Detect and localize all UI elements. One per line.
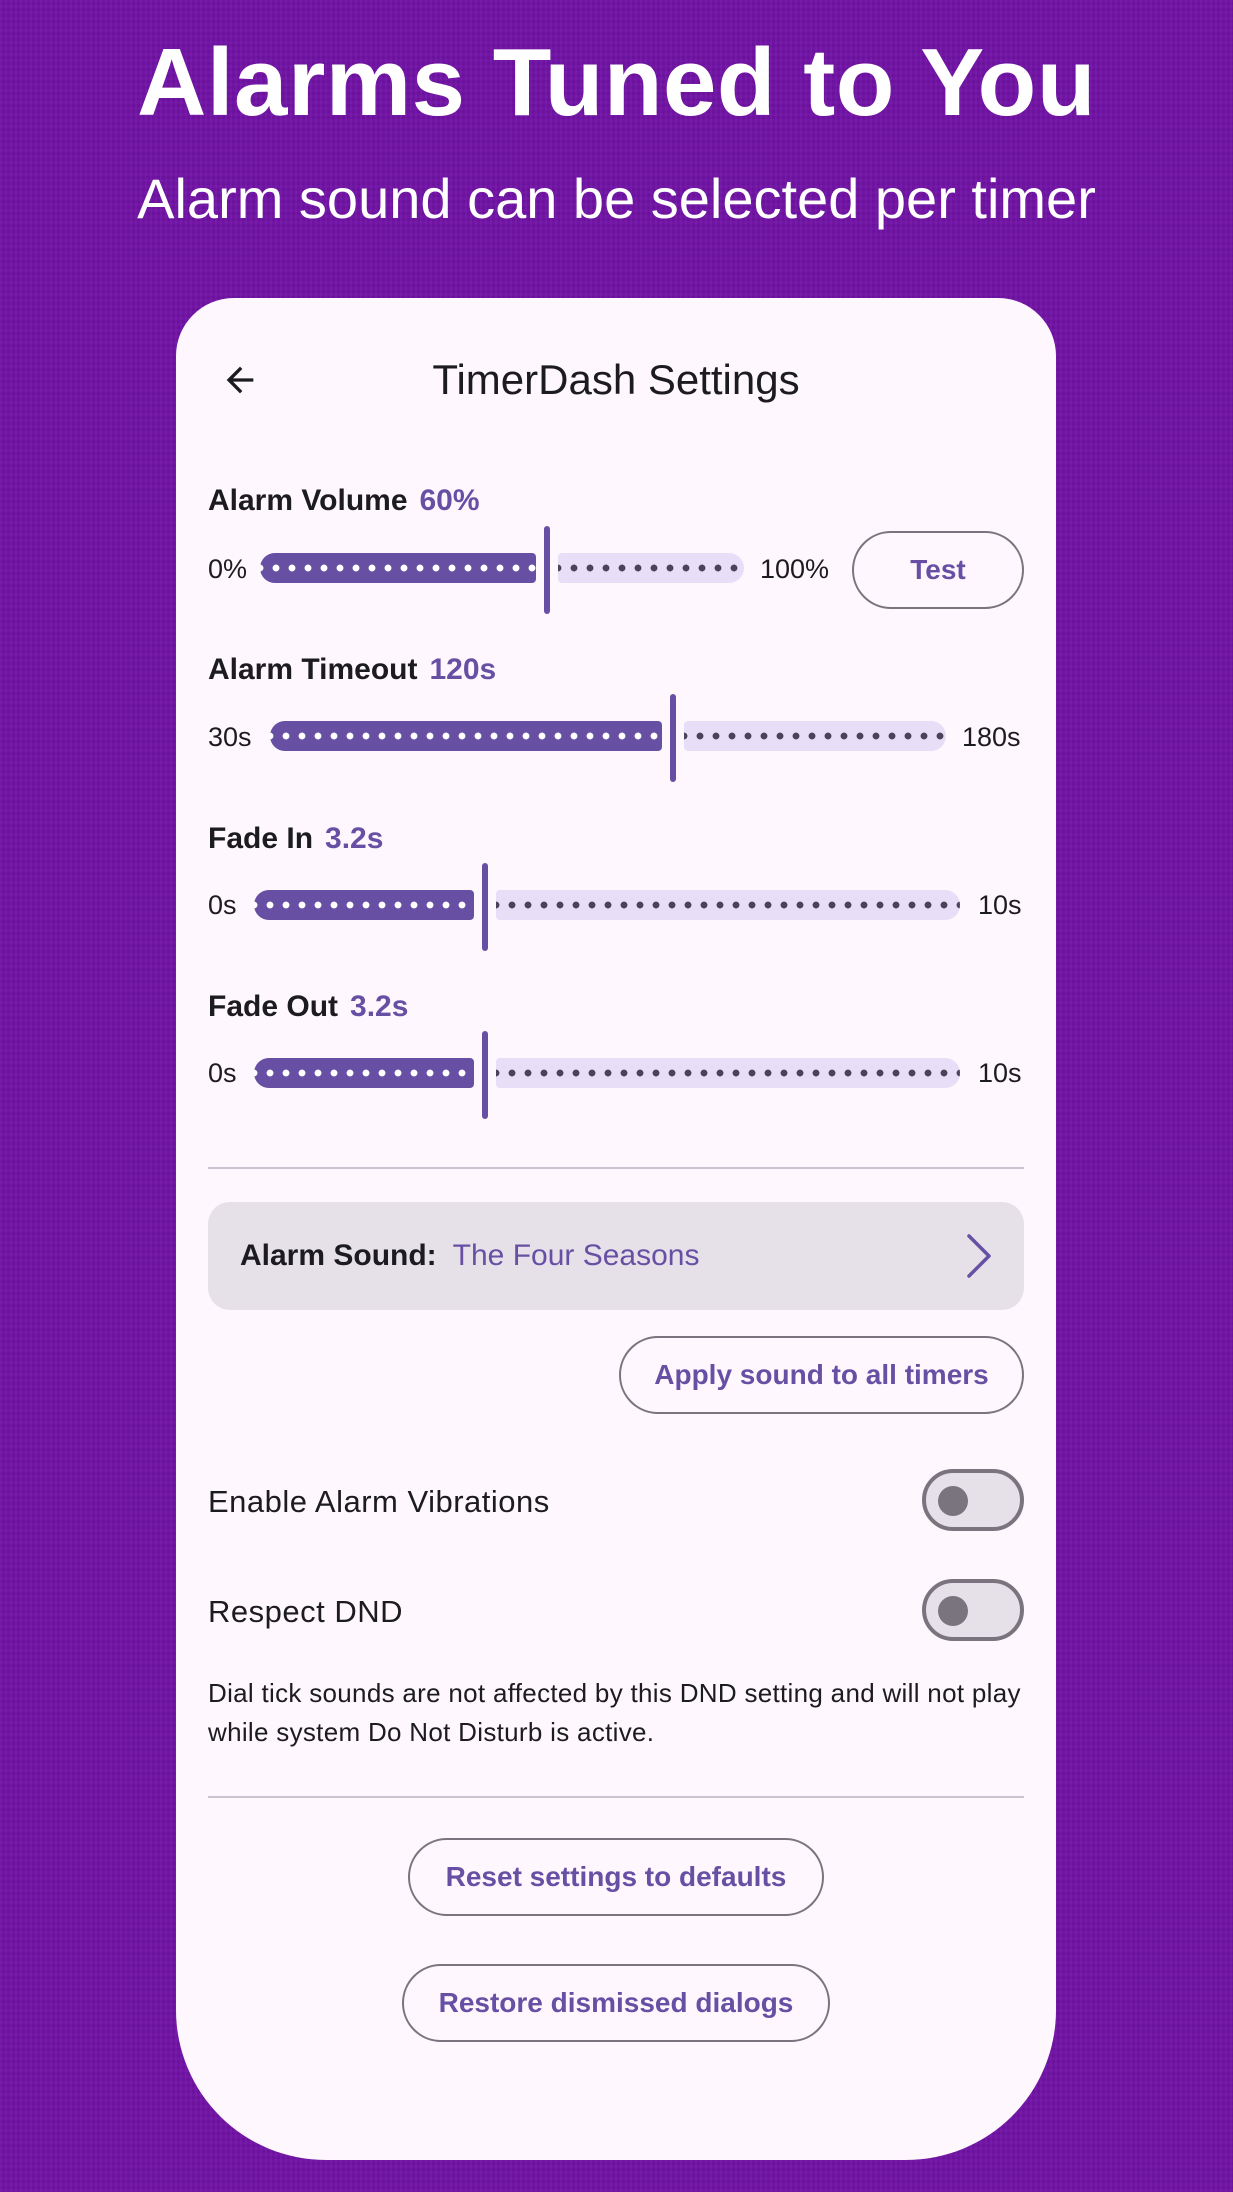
hero-subhead: Alarm sound can be selected per timer [137,167,1096,230]
fade-out-min-label: 0s [208,1058,237,1088]
alarm-sound-selector[interactable]: Alarm Sound: The Four Seasons [208,1202,1024,1310]
volume-track-inactive[interactable] [558,553,744,583]
chevron-right-icon [967,1234,991,1278]
volume-max-label: 100% [760,554,830,584]
fade-in-track-inactive[interactable] [496,890,960,920]
hero-headline: Alarms Tuned to You [137,29,1096,136]
dnd-switch[interactable] [922,1579,1024,1641]
fade-out-track-active[interactable] [254,1058,474,1088]
volume-value: 60% [419,484,480,517]
fade-in-min-label: 0s [208,890,237,920]
fade-in-label-text: Fade In [208,822,314,855]
divider [208,1796,1024,1798]
reset-settings-button[interactable]: Reset settings to defaults [408,1838,824,1916]
apply-sound-all-button[interactable]: Apply sound to all timers [619,1336,1024,1414]
fade-out-max-label: 10s [978,1058,1022,1088]
dnd-note: Dial tick sounds are not affected by thi… [208,1678,1021,1747]
restore-dialogs-button[interactable]: Restore dismissed dialogs [402,1964,830,2042]
volume-label-text: Alarm Volume [208,484,408,517]
fade-in-label: Fade In 3.2s [208,822,383,856]
timeout-slider-thumb[interactable] [670,694,676,782]
fade-out-value: 3.2s [350,990,409,1023]
test-button[interactable]: Test [852,531,1024,609]
fade-in-slider-thumb[interactable] [482,863,488,951]
timeout-track-active[interactable] [270,721,662,751]
timeout-value: 120s [429,653,497,686]
timeout-min-label: 30s [208,722,252,752]
fade-out-label: Fade Out 3.2s [208,990,408,1024]
fade-in-max-label: 10s [978,890,1022,920]
page-title: TimerDash Settings [432,356,800,403]
vibrations-label: Enable Alarm Vibrations [208,1484,550,1519]
settings-card: TimerDash Settings Alarm Volume 60% 0% 10… [176,298,1056,2160]
switch-knob [938,1596,968,1626]
fade-in-track-active[interactable] [254,890,474,920]
fade-in-value: 3.2s [325,822,384,855]
volume-slider-thumb[interactable] [544,526,550,614]
timeout-track-inactive[interactable] [684,721,946,751]
volume-label: Alarm Volume 60% [208,484,480,518]
vibrations-switch[interactable] [922,1469,1024,1531]
dnd-label: Respect DND [208,1594,403,1629]
timeout-label: Alarm Timeout 120s [208,653,496,687]
volume-min-label: 0% [208,554,248,584]
fade-out-label-text: Fade Out [208,990,339,1023]
divider [208,1167,1024,1169]
volume-track-active[interactable] [260,553,536,583]
alarm-sound-value: The Four Seasons [452,1239,700,1272]
fade-out-track-inactive[interactable] [496,1058,960,1088]
fade-out-slider-thumb[interactable] [482,1031,488,1119]
alarm-sound-label: Alarm Sound: [240,1239,437,1272]
timeout-label-text: Alarm Timeout [208,653,418,686]
timeout-max-label: 180s [962,722,1021,752]
switch-knob [938,1486,968,1516]
